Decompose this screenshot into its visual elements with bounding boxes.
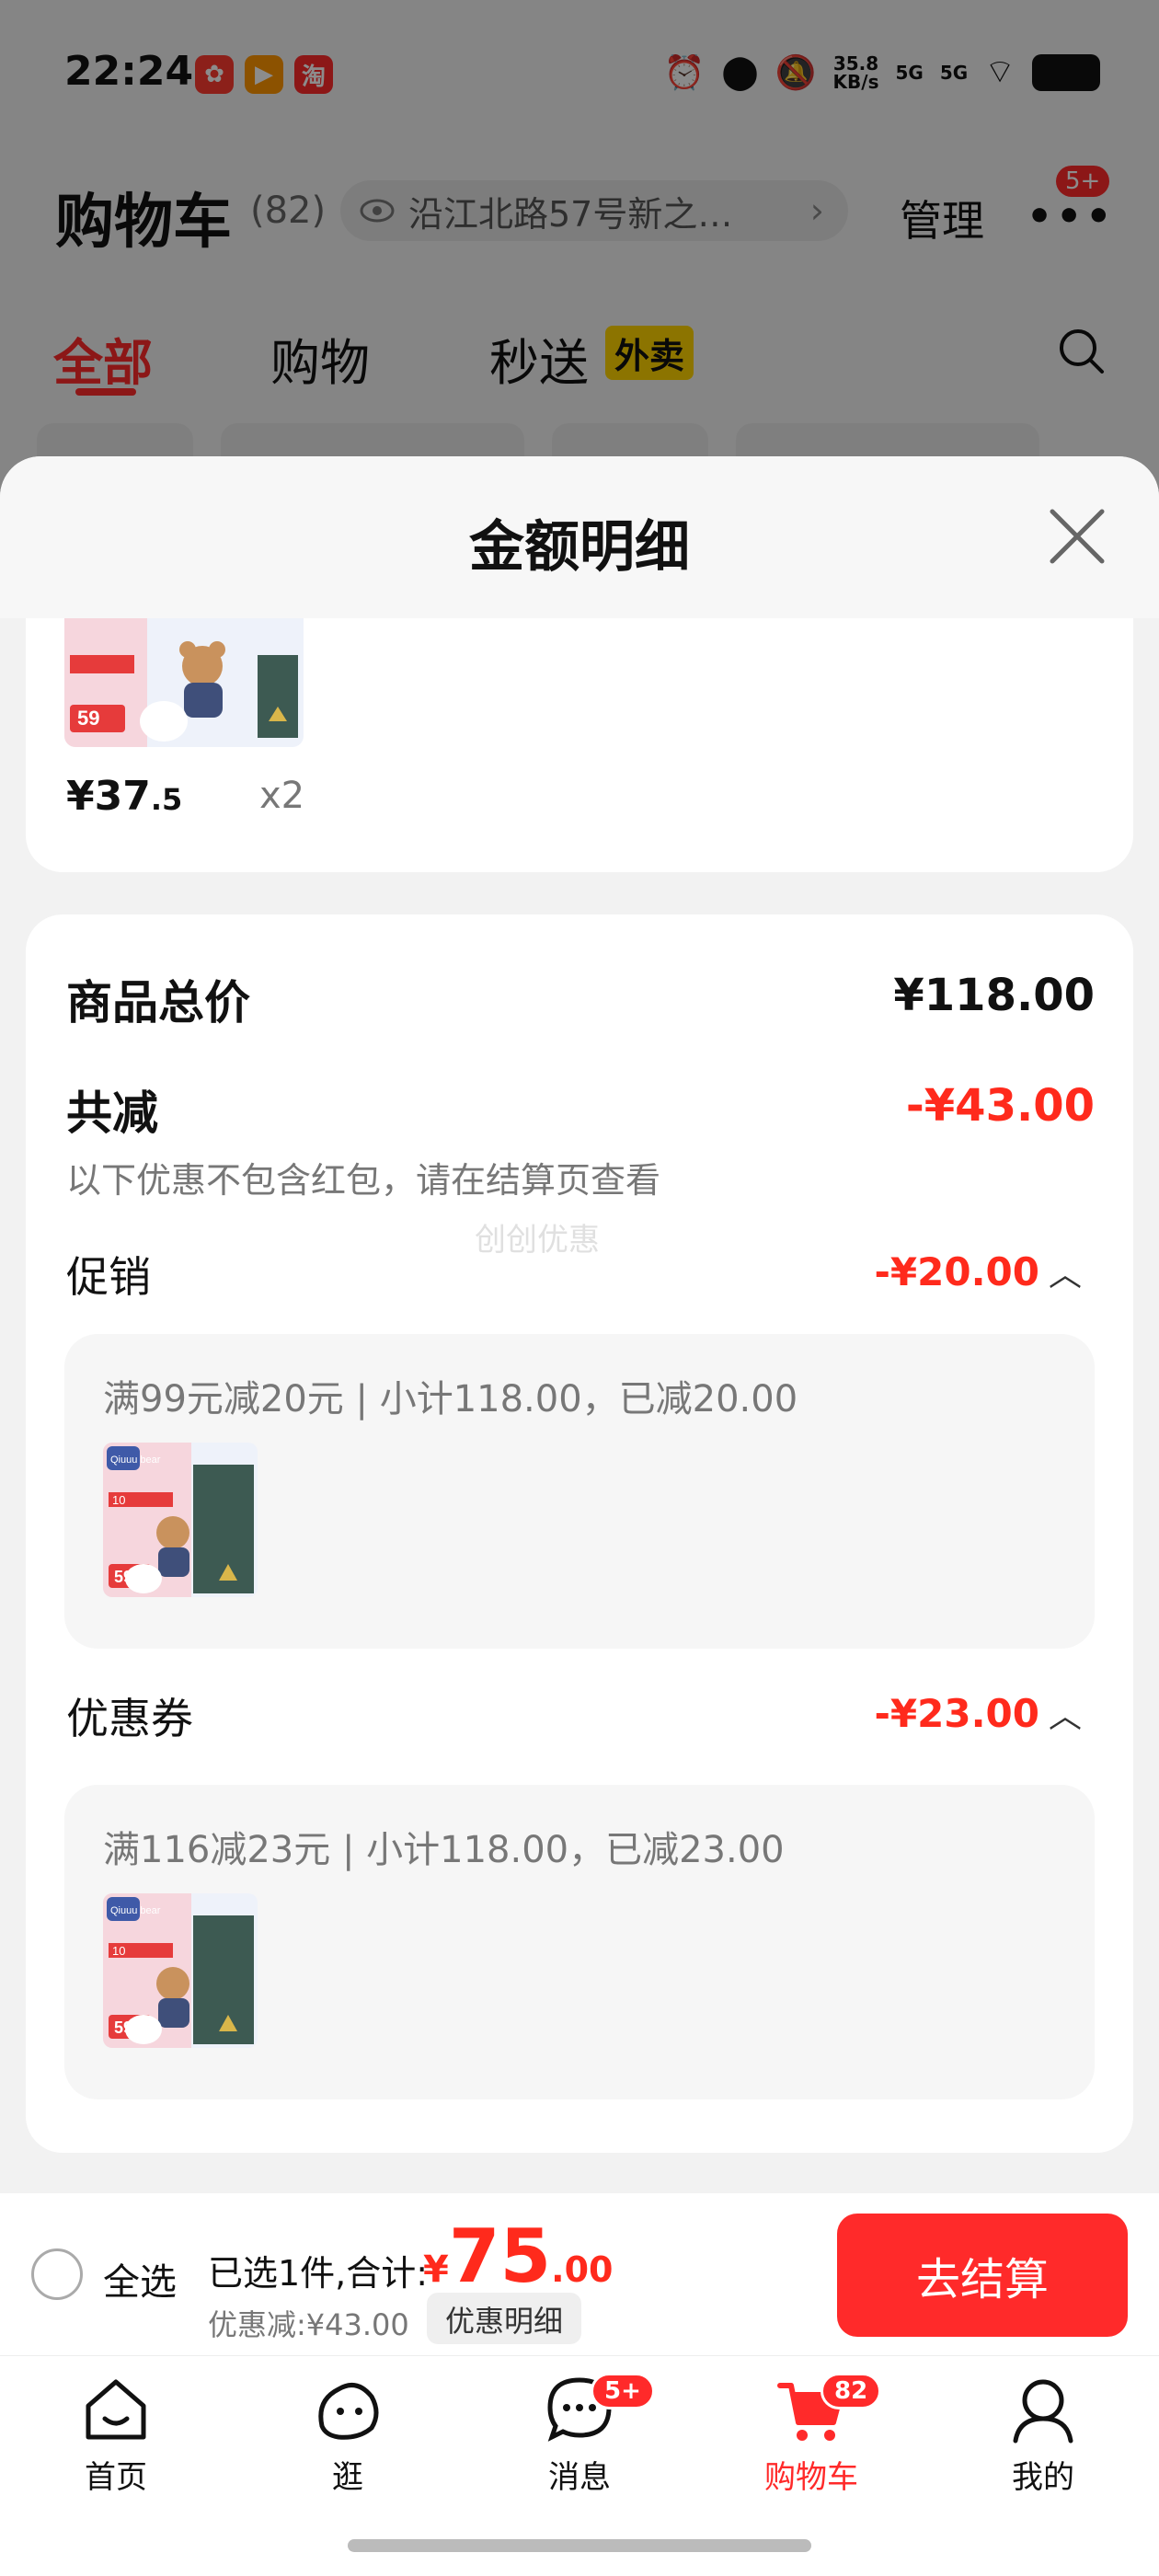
- subtotal-label: 商品总价: [66, 976, 250, 1029]
- coupon-detail-box: 满116减23元 | 小计118.00，已减23.00 Qiuuu bear 1…: [64, 1785, 1095, 2099]
- svg-text:Qiuuu bear: Qiuuu bear: [110, 1905, 161, 1916]
- nav-browse-label: 逛: [332, 2459, 363, 2496]
- total-reduction-value: -¥43.00: [905, 1080, 1095, 1132]
- promo-label: 促销: [66, 1252, 151, 1302]
- profile-icon: [1013, 2379, 1073, 2444]
- checkout-button[interactable]: 去结算: [837, 2214, 1128, 2337]
- product-thumbnail[interactable]: Qiuuu bear 10 59: [103, 1443, 258, 1597]
- nav-profile[interactable]: 我的: [951, 2373, 1135, 2497]
- product-thumbnail[interactable]: Qiuuu bear 10 59: [103, 1893, 258, 2048]
- sheet-header: 金额明细: [0, 456, 1159, 618]
- nav-messages-label: 消息: [548, 2459, 611, 2496]
- browse-icon: [318, 2383, 379, 2440]
- cart-badge: 82: [820, 2373, 882, 2409]
- sheet-title: 金额明细: [469, 515, 690, 580]
- total-price: ¥75.00: [423, 2214, 614, 2299]
- nav-home-label: 首页: [85, 2459, 147, 2496]
- home-icon: [86, 2379, 146, 2440]
- chevron-up-icon: ︿: [1048, 1697, 1082, 1735]
- discount-info: 优惠减:¥43.00: [208, 2307, 409, 2342]
- select-all-label[interactable]: 全选: [103, 2252, 177, 2306]
- nav-profile-label: 我的: [1012, 2459, 1074, 2496]
- nav-cart[interactable]: 购物车 82: [719, 2373, 903, 2497]
- svg-text:59: 59: [77, 707, 99, 730]
- total-reduction-label: 共减: [66, 1087, 158, 1140]
- home-indicator[interactable]: [348, 2539, 811, 2552]
- nav-home[interactable]: 首页: [24, 2373, 208, 2497]
- reduction-note: 以下优惠不包含红包，请在结算页查看: [66, 1160, 661, 1201]
- product-thumbnail[interactable]: 59: [64, 618, 304, 747]
- messages-badge: 5+: [591, 2373, 655, 2409]
- product-list-card: 59 ¥37.5 x2: [26, 618, 1133, 872]
- discount-detail-button[interactable]: 优惠明细: [427, 2293, 582, 2344]
- coupon-detail-text: 满116减23元 | 小计118.00，已减23.00: [103, 1829, 785, 1871]
- nav-cart-label: 购物车: [764, 2459, 858, 2496]
- promo-detail-text: 满99元减20元 | 小计118.00，已减20.00: [103, 1378, 798, 1420]
- watermark-text: 创创优惠: [475, 1222, 600, 1259]
- svg-text:Qiuuu bear: Qiuuu bear: [110, 1455, 161, 1466]
- svg-text:10: 10: [112, 1493, 125, 1507]
- selected-info: 已选1件,合计:: [208, 2253, 429, 2294]
- subtotal-value: ¥118.00: [893, 970, 1095, 1021]
- svg-text:10: 10: [112, 1944, 125, 1958]
- coupon-value[interactable]: -¥23.00 ︿: [874, 1689, 1082, 1737]
- item-quantity: x2: [259, 775, 305, 817]
- promo-value[interactable]: -¥20.00 ︿: [874, 1248, 1082, 1295]
- promo-detail-box: 满99元减20元 | 小计118.00，已减20.00 Qiuuu bear 1…: [64, 1334, 1095, 1649]
- checkout-bar: 全选 已选1件,合计: ¥75.00 优惠减:¥43.00 优惠明细 去结算: [0, 2193, 1159, 2355]
- nav-browse[interactable]: 逛: [256, 2373, 440, 2497]
- coupon-label: 优惠券: [66, 1694, 193, 1743]
- close-icon[interactable]: [1045, 504, 1109, 569]
- nav-messages[interactable]: 消息 5+: [488, 2373, 671, 2497]
- item-price: ¥37.5: [66, 773, 183, 820]
- select-all-radio[interactable]: [31, 2248, 83, 2300]
- amount-summary-card: 商品总价 ¥118.00 共减 -¥43.00 以下优惠不包含红包，请在结算页查…: [26, 914, 1133, 2153]
- amount-detail-sheet: 金额明细 59 ¥37.5 x2 商品总价 ¥118.00 共减 -¥43.00…: [0, 456, 1159, 2193]
- chevron-up-icon: ︿: [1048, 1256, 1082, 1294]
